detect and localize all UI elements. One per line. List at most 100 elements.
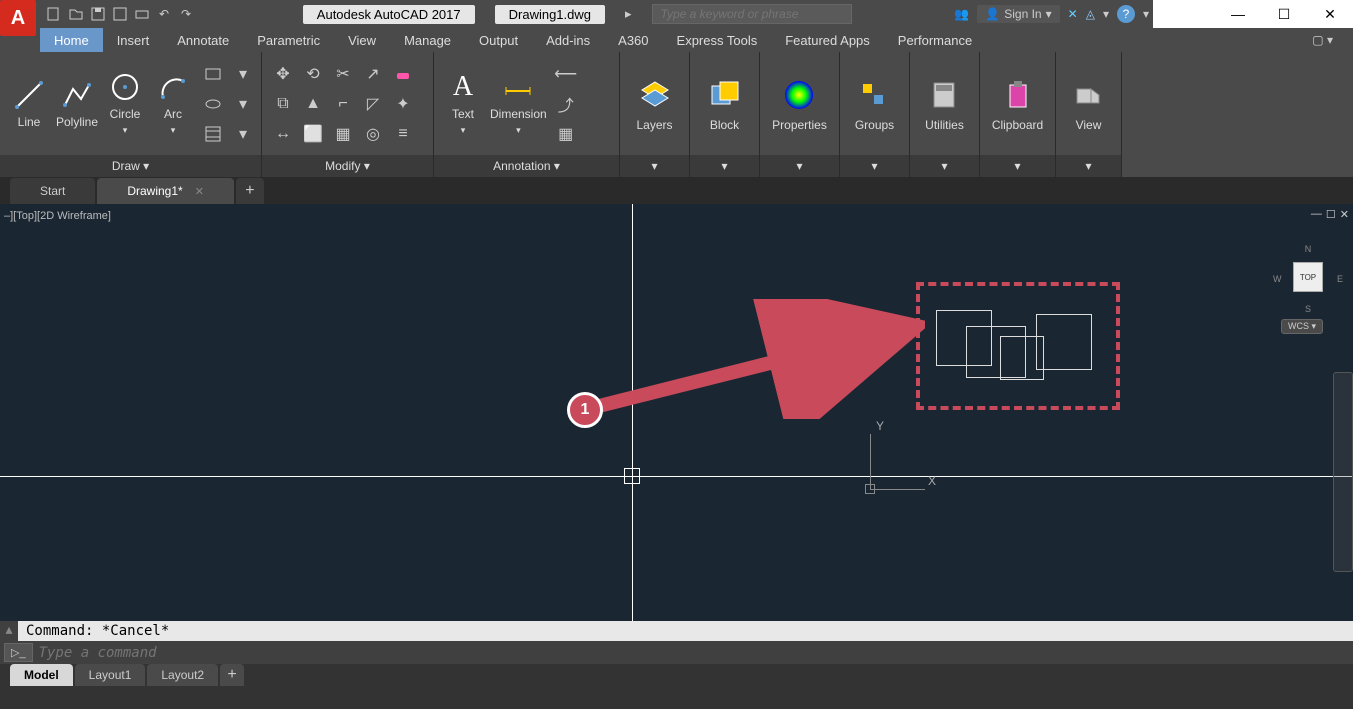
close-viewport-icon[interactable]: ✕ (1340, 208, 1349, 221)
extend-icon[interactable]: ↗ (360, 61, 386, 87)
move-icon[interactable]: ✥ (270, 61, 296, 87)
panel-annotation-title[interactable]: Annotation ▾ (434, 155, 619, 177)
viewcube-e[interactable]: E (1337, 274, 1343, 284)
navigation-bar[interactable] (1333, 372, 1353, 572)
tab-annotate[interactable]: Annotate (163, 28, 243, 52)
plot-icon[interactable] (132, 4, 152, 24)
more-icon[interactable]: ▾ (230, 91, 256, 117)
panel-draw-title[interactable]: Draw ▾ (0, 155, 261, 177)
groups-button[interactable]: Groups (851, 72, 898, 136)
circle-button[interactable]: Circle ▾ (104, 71, 146, 136)
cmd-expand-icon[interactable]: ▴ (0, 621, 18, 641)
layout-add-button[interactable]: + (220, 664, 244, 686)
viewport-label[interactable]: –][Top][2D Wireframe] (4, 210, 111, 222)
open-icon[interactable] (66, 4, 86, 24)
panel-modify-title[interactable]: Modify ▾ (262, 155, 433, 177)
stretch-icon[interactable]: ↔ (270, 121, 296, 147)
erase-icon[interactable] (390, 61, 416, 87)
title-arrow-icon[interactable]: ▸ (625, 6, 632, 22)
tab-parametric[interactable]: Parametric (243, 28, 334, 52)
clipboard-button[interactable]: Clipboard (988, 72, 1047, 136)
panel-layers-title[interactable]: ▾ (620, 155, 689, 177)
tab-performance[interactable]: Performance (884, 28, 986, 52)
more-icon[interactable]: ▾ (230, 121, 256, 147)
viewcube-w[interactable]: W (1273, 274, 1282, 284)
redo-icon[interactable]: ↷ (176, 4, 196, 24)
tab-home[interactable]: Home (40, 28, 103, 52)
utilities-button[interactable]: Utilities (921, 72, 968, 136)
layout-tab-model[interactable]: Model (10, 664, 73, 686)
maximize-viewport-icon[interactable]: ☐ (1326, 208, 1336, 221)
text-button[interactable]: A Text ▾ (442, 71, 484, 136)
dimension-button[interactable]: Dimension ▾ (490, 71, 547, 136)
layers-button[interactable]: Layers (632, 72, 678, 136)
panel-properties-title[interactable]: ▾ (760, 155, 839, 177)
panel-block-title[interactable]: ▾ (690, 155, 759, 177)
doc-tab-add-button[interactable]: + (236, 178, 264, 204)
line-button[interactable]: Line (8, 79, 50, 129)
layout-tab-layout1[interactable]: Layout1 (75, 664, 146, 686)
panel-utilities-title[interactable]: ▾ (910, 155, 979, 177)
panel-view-title[interactable]: ▾ (1056, 155, 1121, 177)
tab-addins[interactable]: Add-ins (532, 28, 604, 52)
chevron-down-icon[interactable]: ▾ (1143, 7, 1149, 21)
viewcube[interactable]: N S W E TOP WCS ▾ (1273, 244, 1343, 334)
close-button[interactable]: ✕ (1307, 0, 1353, 28)
polyline-button[interactable]: Polyline (56, 79, 98, 129)
hatch-icon[interactable] (200, 121, 226, 147)
doc-tab-drawing1[interactable]: Drawing1* ✕ (97, 178, 234, 204)
tab-a360[interactable]: A360 (604, 28, 662, 52)
command-input[interactable] (39, 645, 1349, 661)
tab-insert[interactable]: Insert (103, 28, 164, 52)
viewcube-s[interactable]: S (1305, 304, 1311, 314)
tab-manage[interactable]: Manage (390, 28, 465, 52)
align-icon[interactable]: ≡ (390, 121, 416, 147)
trim-icon[interactable]: ✂ (330, 61, 356, 87)
offset-icon[interactable]: ◎ (360, 121, 386, 147)
undo-icon[interactable]: ↶ (154, 4, 174, 24)
leader2-icon[interactable]: ⤴ (553, 91, 579, 117)
layout-tab-layout2[interactable]: Layout2 (147, 664, 218, 686)
save-icon[interactable] (88, 4, 108, 24)
viewcube-top[interactable]: TOP (1293, 262, 1323, 292)
mirror-icon[interactable]: ▲ (300, 91, 326, 117)
explode-icon[interactable]: ✦ (390, 91, 416, 117)
signin-button[interactable]: 👤 Sign In ▾ (977, 5, 1059, 23)
fillet-icon[interactable]: ⌐ (330, 91, 356, 117)
viewcube-wcs[interactable]: WCS ▾ (1281, 319, 1323, 334)
panel-groups-title[interactable]: ▾ (840, 155, 909, 177)
new-icon[interactable] (44, 4, 64, 24)
arc-button[interactable]: Arc ▾ (152, 71, 194, 136)
chamfer-icon[interactable]: ◸ (360, 91, 386, 117)
help-icon[interactable]: ? (1117, 5, 1135, 23)
more-icon[interactable]: ▾ (230, 61, 256, 87)
tab-view[interactable]: View (334, 28, 390, 52)
rect-icon[interactable] (200, 61, 226, 87)
viewcube-n[interactable]: N (1305, 244, 1312, 254)
command-prompt-icon[interactable]: ▷_ (4, 643, 33, 662)
tab-output[interactable]: Output (465, 28, 532, 52)
tab-featured[interactable]: Featured Apps (771, 28, 884, 52)
properties-button[interactable]: Properties (768, 72, 831, 136)
infocenter-icon[interactable]: 👥 (954, 7, 969, 21)
saveas-icon[interactable] (110, 4, 130, 24)
rotate-icon[interactable]: ⟲ (300, 61, 326, 87)
block-button[interactable]: Block (702, 72, 748, 136)
exchange-icon[interactable]: ✕ (1068, 7, 1078, 21)
minimize-viewport-icon[interactable]: — (1311, 208, 1322, 221)
close-icon[interactable]: ✕ (195, 185, 204, 198)
array-icon[interactable]: ▦ (330, 121, 356, 147)
a360-icon[interactable]: ◬ (1086, 7, 1095, 21)
table-icon[interactable]: ▦ (553, 121, 579, 147)
search-input[interactable] (652, 4, 852, 24)
view-button[interactable]: View (1066, 72, 1112, 136)
panel-clipboard-title[interactable]: ▾ (980, 155, 1055, 177)
chevron-down-icon[interactable]: ▾ (1103, 7, 1109, 21)
leader-icon[interactable]: ⟵ (553, 61, 579, 87)
drawing-canvas[interactable]: –][Top][2D Wireframe] — ☐ ✕ Y X 1 N S W … (0, 204, 1353, 621)
maximize-button[interactable]: ☐ (1261, 0, 1307, 28)
minimize-button[interactable]: — (1215, 0, 1261, 28)
doc-tab-start[interactable]: Start (10, 178, 95, 204)
scale-icon[interactable]: ⬜ (300, 121, 326, 147)
app-logo[interactable]: A (0, 0, 36, 36)
